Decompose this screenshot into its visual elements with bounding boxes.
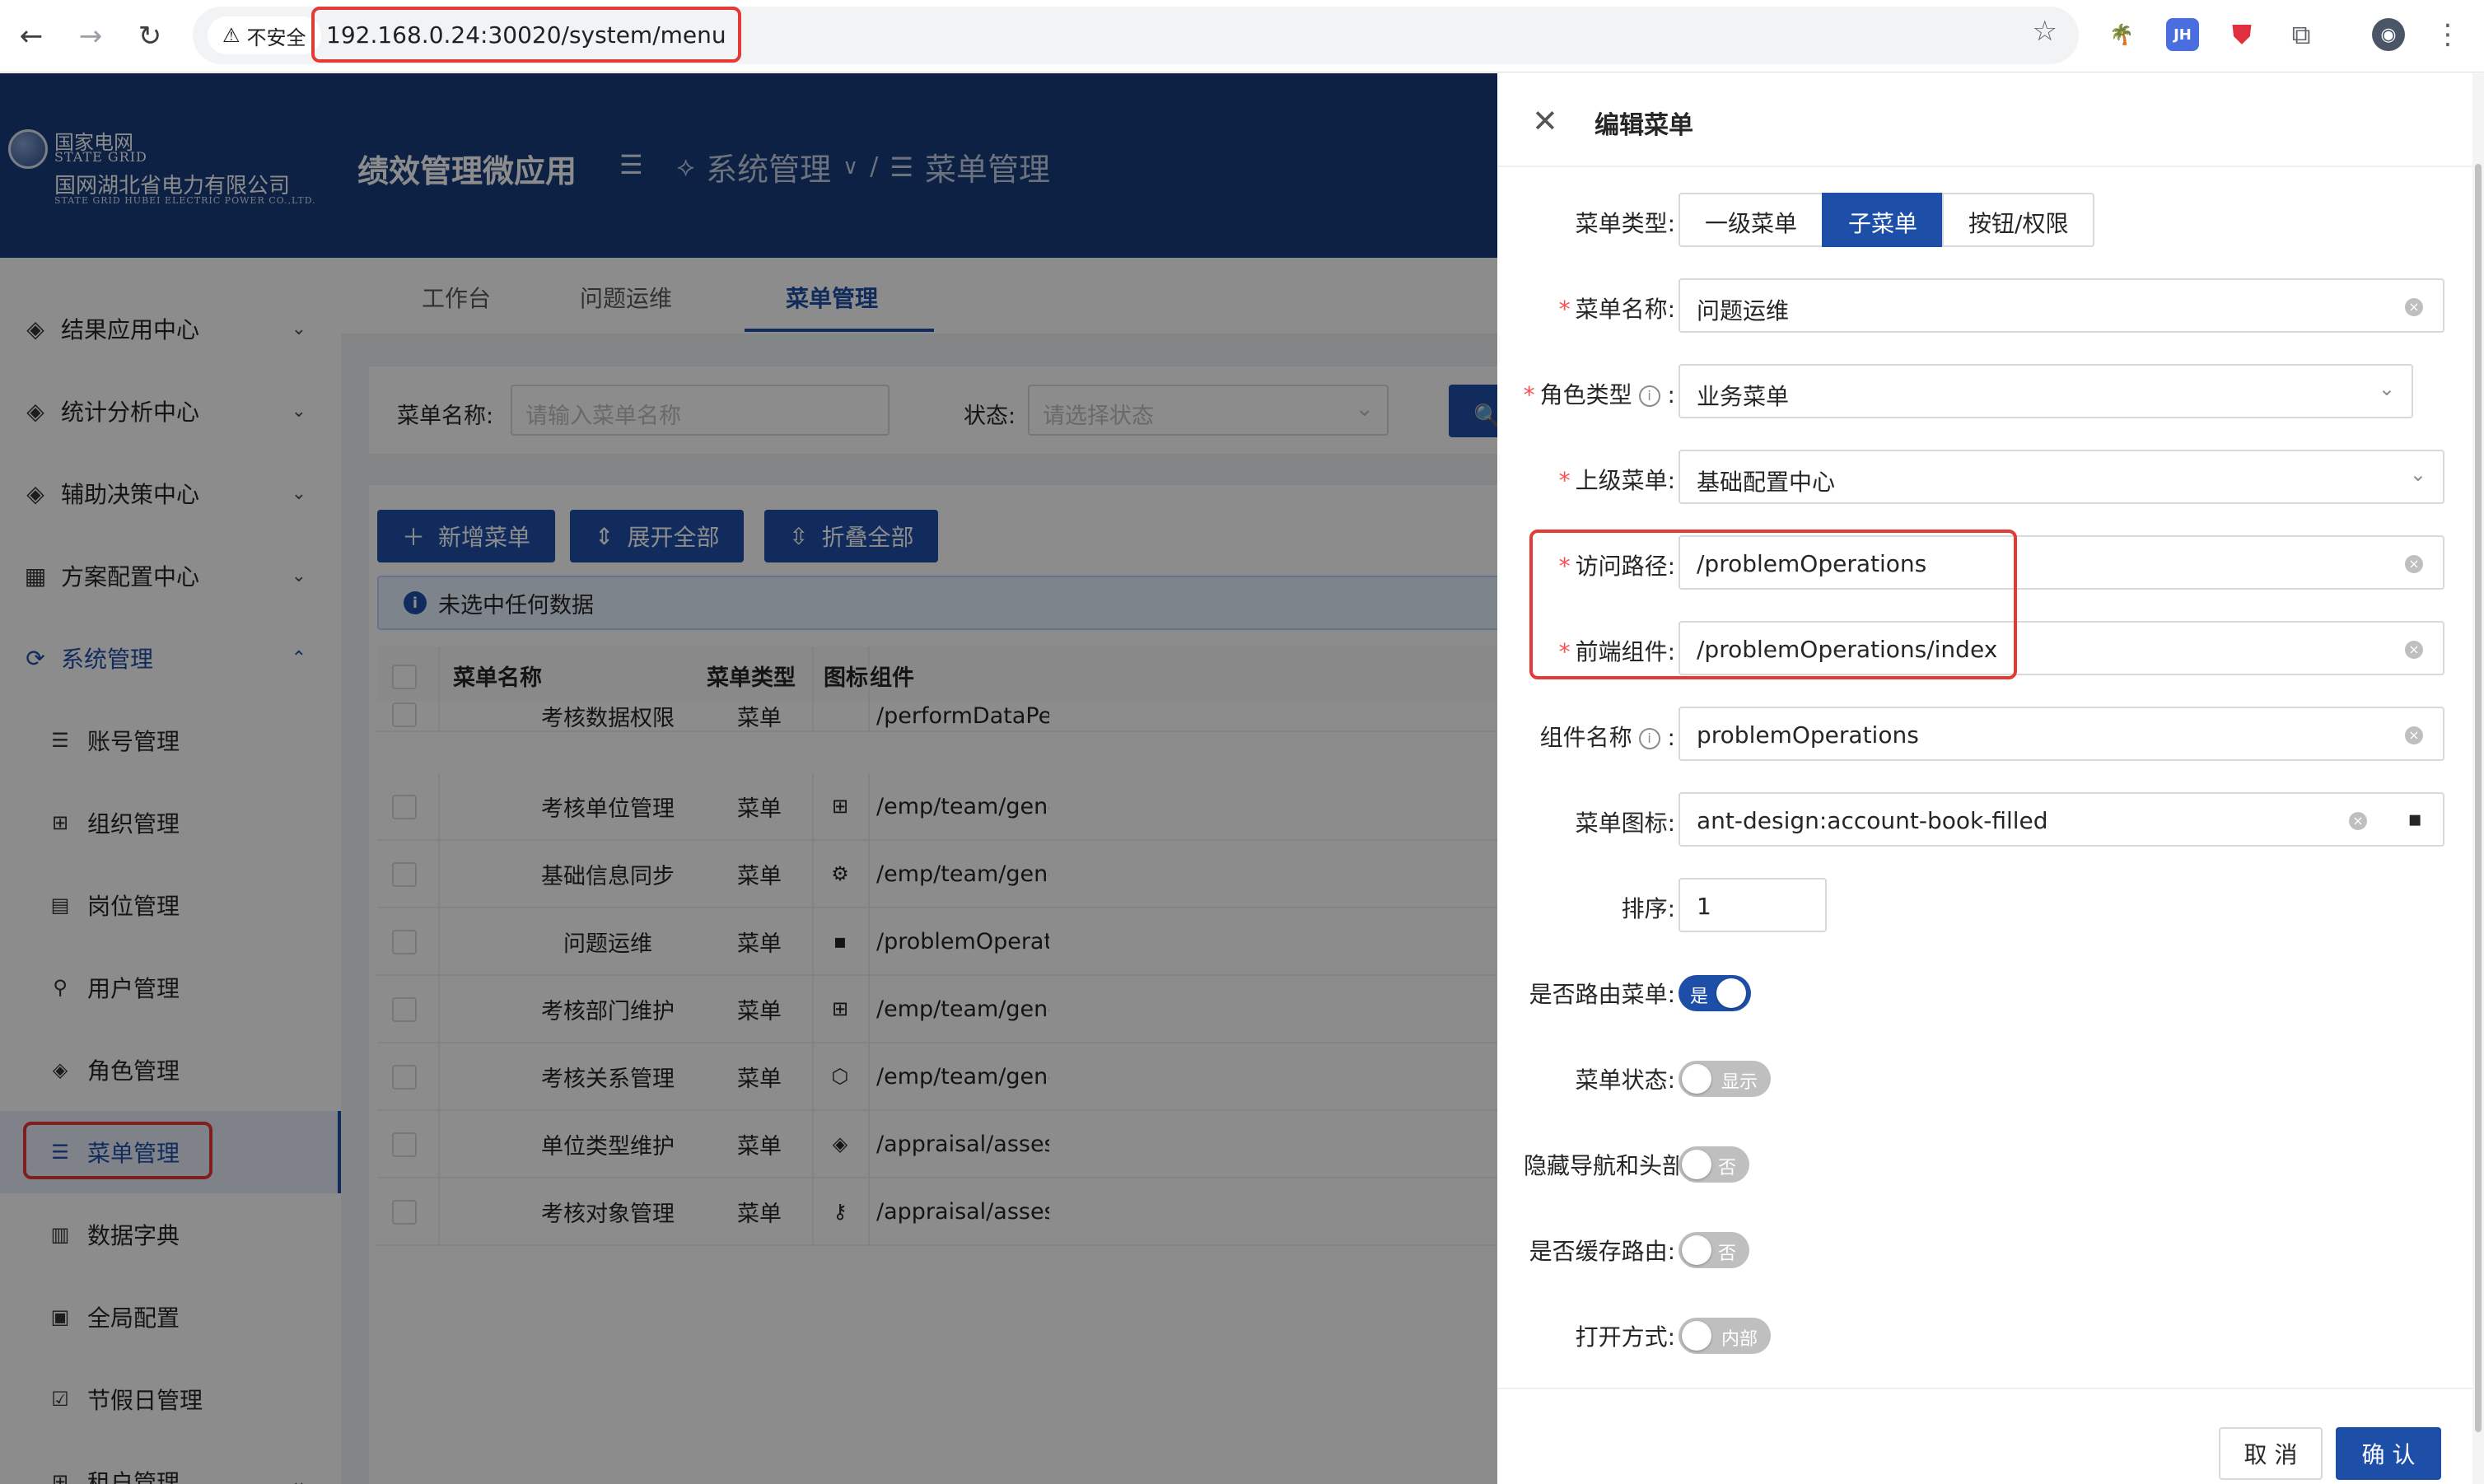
route-switch[interactable]: 是: [1679, 975, 1751, 1011]
field-role-type: * 角色类型 i : 业务菜单 ⌄: [1497, 364, 2472, 418]
ext-jh-icon[interactable]: JH: [2166, 18, 2199, 51]
hide-nav-switch-text: 否: [1717, 1158, 1736, 1178]
ext-palm-icon[interactable]: 🌴: [2105, 18, 2138, 51]
parent-menu-value: 基础配置中心: [1697, 469, 1836, 496]
component-name-value: problemOperations: [1697, 721, 1919, 749]
component-name-input[interactable]: problemOperations ×: [1679, 707, 2444, 761]
field-open-mode: 打开方式: 内部: [1497, 1306, 2472, 1360]
status-switch-text: 显示: [1721, 1072, 1758, 1093]
switch-knob: [1682, 1321, 1711, 1351]
cancel-button[interactable]: 取 消: [2219, 1427, 2323, 1480]
route-label: 是否路由菜单:: [1529, 981, 1675, 1008]
menu-type-option-top[interactable]: 一级菜单: [1679, 193, 1824, 247]
account-book-icon[interactable]: ▪: [2387, 792, 2444, 847]
field-cache-route: 是否缓存路由: 否: [1497, 1220, 2472, 1275]
open-mode-label: 打开方式:: [1575, 1323, 1675, 1351]
menu-type-option-sub[interactable]: 子菜单: [1822, 193, 1945, 247]
role-type-select[interactable]: 业务菜单 ⌄: [1679, 364, 2413, 418]
security-chip[interactable]: ⚠ 不安全: [208, 16, 321, 54]
switch-knob: [1682, 1150, 1711, 1179]
hide-nav-label: 隐藏导航和头部: [1524, 1152, 1679, 1179]
hide-nav-switch[interactable]: 否: [1679, 1146, 1749, 1183]
switch-knob: [1682, 1064, 1711, 1094]
role-type-value: 业务菜单: [1697, 383, 1790, 410]
cache-switch-text: 否: [1717, 1244, 1736, 1264]
field-menu-name: * 菜单名称: 问题运维 ×: [1497, 278, 2472, 333]
clear-icon[interactable]: ×: [2405, 298, 2423, 316]
edit-menu-drawer: ✕ 编辑菜单 菜单类型: 一级菜单 子菜单 按钮/权限 * 菜单名称: 问题运维 …: [1497, 73, 2472, 1484]
menu-icon-value: ant-design:account-book-filled: [1697, 807, 2048, 834]
menu-type-label: 菜单类型:: [1575, 210, 1675, 237]
annotation-highlight-path: [1529, 530, 2017, 679]
drawer-scrollbar[interactable]: [2472, 73, 2484, 1484]
cache-switch[interactable]: 否: [1679, 1232, 1749, 1268]
route-switch-text: 是: [1690, 987, 1709, 1007]
extensions-puzzle-icon[interactable]: ⧉: [2285, 18, 2318, 51]
url-text[interactable]: 192.168.0.24:30020/system/menu: [311, 7, 741, 63]
menu-name-label: * 菜单名称:: [1558, 296, 1675, 323]
drawer-title: 编辑菜单: [1595, 111, 1693, 140]
open-mode-switch[interactable]: 内部: [1679, 1318, 1771, 1354]
switch-knob: [1682, 1235, 1711, 1265]
warning-icon: ⚠: [222, 24, 240, 47]
menu-name-value: 问题运维: [1697, 297, 1790, 324]
menu-type-radio-group: 一级菜单 子菜单 按钮/权限: [1679, 193, 2095, 247]
parent-menu-tree-select[interactable]: 基础配置中心 ⌄: [1679, 450, 2444, 504]
forward-icon[interactable]: →: [69, 15, 112, 58]
profile-avatar[interactable]: ◉: [2372, 18, 2405, 51]
field-menu-status: 菜单状态: 显示: [1497, 1049, 2472, 1104]
switch-knob: [1716, 978, 1746, 1008]
menu-type-option-button[interactable]: 按钮/权限: [1942, 193, 2095, 247]
order-input[interactable]: 1: [1679, 878, 1827, 932]
confirm-button[interactable]: 确 认: [2336, 1427, 2441, 1480]
status-switch[interactable]: 显示: [1679, 1061, 1771, 1097]
field-menu-type: 菜单类型: 一级菜单 子菜单 按钮/权限: [1497, 193, 2472, 247]
ext-shield-icon[interactable]: ⛊: [2225, 18, 2258, 51]
clear-icon[interactable]: ×: [2405, 726, 2423, 744]
menu-icon-label: 菜单图标:: [1575, 810, 1675, 837]
browser-menu-icon[interactable]: ⋮: [2431, 18, 2464, 51]
role-type-label-text: 角色类型: [1539, 381, 1632, 408]
role-type-label: * 角色类型 i :: [1523, 381, 1675, 408]
drawer-header: ✕ 编辑菜单: [1497, 73, 2472, 167]
close-icon[interactable]: ✕: [1532, 103, 1558, 139]
status-label: 菜单状态:: [1575, 1066, 1675, 1094]
drawer-footer: 取 消 确 认: [1497, 1388, 2472, 1484]
security-label: 不安全: [246, 26, 306, 49]
clear-icon[interactable]: ×: [2349, 812, 2367, 830]
chevron-down-icon: ⌄: [2378, 377, 2395, 400]
menu-icon-input[interactable]: ant-design:account-book-filled ×: [1679, 792, 2388, 847]
clear-icon[interactable]: ×: [2405, 555, 2423, 573]
modal-mask[interactable]: [0, 73, 1497, 1484]
parent-menu-label: * 上级菜单:: [1558, 467, 1675, 494]
order-label: 排序:: [1621, 895, 1675, 922]
chevron-down-icon: ⌄: [2409, 463, 2426, 486]
clear-icon[interactable]: ×: [2405, 641, 2423, 659]
address-bar[interactable]: ⚠ 不安全 192.168.0.24:30020/system/menu ☆: [193, 7, 2079, 64]
field-component-name: 组件名称 i : problemOperations ×: [1497, 707, 2472, 761]
scrollbar-thumb[interactable]: [2475, 164, 2482, 1432]
field-hide-nav: 隐藏导航和头部 否: [1497, 1135, 2472, 1189]
cache-label: 是否缓存路由:: [1529, 1238, 1675, 1265]
bookmark-star-icon[interactable]: ☆: [2033, 15, 2057, 48]
info-icon[interactable]: i: [1638, 385, 1660, 407]
field-parent-menu: * 上级菜单: 基础配置中心 ⌄: [1497, 450, 2472, 504]
component-name-label-text: 组件名称: [1539, 724, 1632, 751]
open-mode-switch-text: 内部: [1721, 1329, 1758, 1350]
back-icon[interactable]: ←: [10, 15, 53, 58]
field-route-menu: 是否路由菜单: 是: [1497, 964, 2472, 1018]
component-name-label: 组件名称 i :: [1539, 724, 1675, 751]
reload-icon[interactable]: ↻: [128, 15, 171, 58]
info-icon[interactable]: i: [1638, 728, 1660, 749]
menu-name-label-text: 菜单名称:: [1575, 296, 1675, 323]
browser-toolbar: ← → ↻ ⚠ 不安全 192.168.0.24:30020/system/me…: [0, 0, 2484, 72]
field-menu-icon: 菜单图标: ant-design:account-book-filled × ▪: [1497, 792, 2472, 847]
parent-menu-label-text: 上级菜单:: [1575, 467, 1675, 494]
field-order: 排序: 1: [1497, 878, 2472, 932]
menu-name-input[interactable]: 问题运维 ×: [1679, 278, 2444, 333]
